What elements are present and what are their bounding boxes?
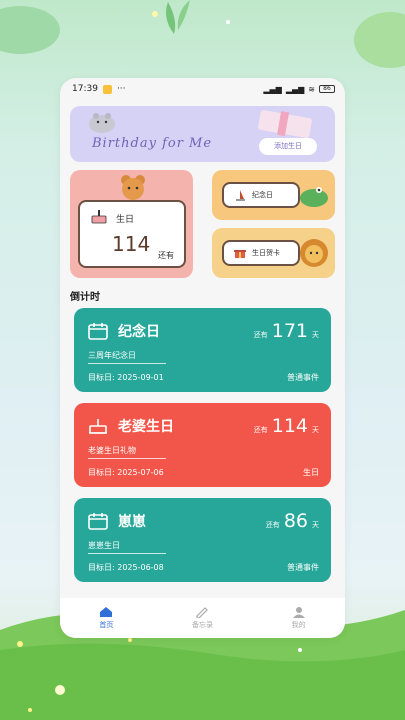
event-title: 纪念日: [118, 324, 160, 340]
event-title: 老婆生日: [118, 419, 174, 435]
event-subtitle: 崽崽生日: [88, 541, 120, 550]
add-birthday-button[interactable]: 添加生日: [259, 138, 317, 155]
event-remaining-prefix: 还有: [253, 426, 268, 434]
event-target-date: 目标日: 2025-09-01: [88, 373, 164, 382]
crocodile-illustration: [300, 187, 328, 207]
calendar-icon: [88, 322, 108, 344]
user-icon: [292, 607, 305, 618]
calendar-icon: [88, 512, 108, 534]
anniversary-quick-card[interactable]: 纪念日: [212, 170, 335, 220]
greeting-card-label: 生日贺卡: [252, 249, 280, 257]
event-days: 171: [271, 320, 308, 342]
event-remaining-suffix: 天: [312, 426, 319, 434]
event-subtitle: 老婆生日礼物: [88, 446, 136, 455]
lion-illustration: [300, 239, 328, 267]
tab-home-label: 首页: [99, 621, 114, 629]
birthday-unit: 还有: [158, 251, 174, 260]
status-bar: 17:39 ··· ▂▄▆ ▂▄▆ ≋ 86: [60, 78, 345, 100]
cake-icon: [91, 210, 107, 224]
event-target-date: 目标日: 2025-07-06: [88, 468, 164, 477]
anniversary-label: 纪念日: [252, 191, 273, 199]
event-divider: [88, 363, 166, 364]
event-remaining-prefix: 还有: [265, 521, 280, 529]
tab-home[interactable]: 首页: [99, 606, 113, 630]
notification-icon: [102, 84, 112, 94]
countdown-section-title: 倒计时: [70, 292, 100, 303]
event-remaining-suffix: 天: [312, 331, 319, 339]
event-remaining: 还有 114 天: [254, 415, 319, 437]
event-days: 86: [283, 510, 308, 532]
status-time: 17:39: [72, 84, 98, 94]
birthday-days: 114: [112, 232, 151, 256]
event-days: 114: [271, 415, 308, 437]
event-type: 普通事件: [287, 373, 319, 382]
event-remaining-suffix: 天: [312, 521, 319, 529]
signal-icon: ▂▄▆: [263, 84, 282, 94]
gift-icon: [234, 250, 246, 258]
tab-profile[interactable]: 我的: [292, 606, 306, 630]
cake-icon: [88, 417, 108, 439]
event-remaining-prefix: 还有: [253, 331, 268, 339]
bottom-tab-bar: 首页 备忘录 我的: [60, 598, 345, 638]
birthday-quick-card[interactable]: 生日 114 还有: [70, 170, 193, 278]
hippo-illustration: [89, 113, 115, 133]
event-type: 生日: [303, 468, 319, 477]
phone-screen: 17:39 ··· ▂▄▆ ▂▄▆ ≋ 86 Birthday for Me 添…: [60, 78, 345, 638]
banner-title: Birthday for Me: [92, 136, 213, 151]
more-icon: ···: [116, 84, 126, 94]
event-card[interactable]: 崽崽 还有 86 天崽崽生日目标日: 2025-06-08 普通事件: [74, 498, 331, 582]
battery-icon: 86: [319, 85, 335, 93]
birthday-countdown-box: 生日 114 还有: [78, 200, 186, 268]
tab-profile-label: 我的: [291, 621, 306, 629]
gift-illustration: [258, 110, 312, 138]
event-card[interactable]: 纪念日 还有 171 天三周年纪念日目标日: 2025-09-01 普通事件: [74, 308, 331, 392]
pencil-icon: [196, 607, 209, 618]
event-remaining: 还有 86 天: [266, 510, 319, 532]
sailboat-icon: [236, 190, 245, 201]
event-card[interactable]: 老婆生日 还有 114 天老婆生日礼物目标日: 2025-07-06 生日: [74, 403, 331, 487]
birthday-label: 生日: [116, 215, 135, 225]
bear-illustration: [121, 175, 145, 200]
birthday-banner[interactable]: Birthday for Me 添加生日: [70, 106, 335, 162]
tab-memo-label: 备忘录: [191, 621, 213, 629]
event-type: 普通事件: [287, 563, 319, 572]
signal-icon: ▂▄▆: [285, 84, 305, 94]
greeting-card-quick-card[interactable]: 生日贺卡: [212, 228, 335, 278]
event-divider: [88, 458, 166, 459]
event-target-date: 目标日: 2025-06-08: [88, 563, 164, 572]
tab-memo[interactable]: 备忘录: [192, 606, 213, 630]
event-divider: [88, 553, 166, 554]
wifi-icon: ≋: [308, 84, 315, 94]
event-title: 崽崽: [118, 514, 146, 530]
home-icon: [100, 607, 113, 617]
event-subtitle: 三周年纪念日: [88, 351, 136, 360]
event-remaining: 还有 171 天: [254, 320, 319, 342]
